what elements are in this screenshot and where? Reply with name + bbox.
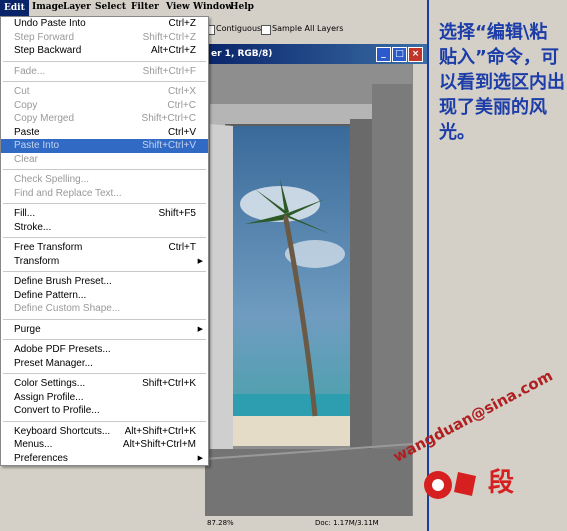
menu-view[interactable]: View xyxy=(166,2,190,12)
menu-layer[interactable]: Layer xyxy=(63,2,91,12)
menu-separator xyxy=(3,373,206,374)
menu-item-step-forward: Step Forward Shift+Ctrl+Z xyxy=(14,31,196,43)
menu-item-define-custom-shape: Define Custom Shape... xyxy=(14,303,121,314)
menu-item-menus[interactable]: Menus... Alt+Shift+Ctrl+M xyxy=(1,438,208,452)
menu-item-copy-merged: Copy Merged Shift+Ctrl+C xyxy=(14,113,196,124)
menu-separator xyxy=(3,169,206,170)
menu-edit[interactable]: Edit xyxy=(0,0,29,16)
sample-all-label: Sample All Layers xyxy=(272,24,344,33)
minimize-button[interactable]: _ xyxy=(376,47,391,62)
submenu-arrow-icon: ▶ xyxy=(197,325,203,333)
status-bar: 87.28% Doc: 1.17M/3.11M xyxy=(205,516,427,531)
door-scene-image xyxy=(205,64,414,516)
submenu-arrow-icon: ▶ xyxy=(197,454,203,462)
menu-separator xyxy=(3,237,206,238)
menu-separator xyxy=(3,339,206,340)
sample-all-checkbox[interactable] xyxy=(261,25,271,35)
menu-window[interactable]: Window xyxy=(193,2,233,12)
menu-item-pdf-presets[interactable]: Adobe PDF Presets... xyxy=(1,343,208,357)
watermark-logo-icon xyxy=(424,471,476,499)
menu-item-step-backward[interactable]: Step Backward Alt+Ctrl+Z xyxy=(1,44,208,58)
zoom-level[interactable]: 87.28% xyxy=(207,519,234,527)
menu-item-cut: Cut Ctrl+X xyxy=(14,86,196,97)
menu-item-transform[interactable]: Transform ▶ xyxy=(1,255,208,269)
contiguous-label: Contiguous xyxy=(216,24,262,33)
doc-info: Doc: 1.17M/3.11M xyxy=(315,519,379,527)
menu-item-stroke[interactable]: Stroke... xyxy=(1,221,208,235)
menu-item-fill[interactable]: Fill... Shift+F5 xyxy=(1,207,208,221)
options-bar: Contiguous Sample All Layers xyxy=(205,16,425,42)
menu-image[interactable]: Image xyxy=(32,2,64,12)
menu-item-define-brush[interactable]: Define Brush Preset... xyxy=(1,275,208,289)
document-title: er 1, RGB/8) xyxy=(211,49,273,59)
menu-separator xyxy=(3,81,206,82)
watermark-logo-text: 段 xyxy=(488,468,515,498)
edit-menu: Undo Paste Into Ctrl+Z Step Forward Shift+… xyxy=(0,16,209,466)
menu-filter[interactable]: Filter xyxy=(131,2,159,12)
menu-separator xyxy=(3,203,206,204)
menu-item-preset-manager[interactable]: Preset Manager... xyxy=(1,357,208,371)
menu-bar: Edit Image Layer Select Filter View Wind… xyxy=(0,0,260,16)
menu-item-check-spelling: Check Spelling... xyxy=(14,174,90,185)
close-button[interactable]: × xyxy=(408,47,423,62)
menu-item-color-settings[interactable]: Color Settings... Shift+Ctrl+K xyxy=(1,377,208,391)
menu-item-keyboard-shortcuts[interactable]: Keyboard Shortcuts... Alt+Shift+Ctrl+K xyxy=(1,425,208,439)
menu-separator xyxy=(3,318,206,320)
menu-item-clear: Clear xyxy=(14,153,38,165)
maximize-button[interactable]: □ xyxy=(392,47,407,62)
menu-item-purge[interactable]: Purge ▶ xyxy=(1,323,208,337)
menu-item-undo-paste-into[interactable]: Undo Paste Into Ctrl+Z xyxy=(1,17,208,31)
menu-item-find-replace: Find and Replace Text... xyxy=(14,187,122,199)
menu-item-convert-profile[interactable]: Convert to Profile... xyxy=(1,404,208,418)
menu-item-copy: Copy Ctrl+C xyxy=(14,99,196,111)
menu-item-preferences[interactable]: Preferences ▶ xyxy=(1,452,208,466)
menu-item-paste[interactable]: Paste Ctrl+V xyxy=(1,126,208,140)
watermark: wangduan@sina.com 段 xyxy=(390,366,560,510)
menu-separator xyxy=(3,271,206,272)
document-titlebar: er 1, RGB/8) _ □ × xyxy=(205,44,427,64)
menu-separator xyxy=(3,420,206,422)
instruction-text: 选择“编辑\粘贴入”命令，可以看到选区内出现了美丽的风光。 xyxy=(439,22,565,143)
menu-item-free-transform[interactable]: Free Transform Ctrl+T xyxy=(1,241,208,255)
menu-select[interactable]: Select xyxy=(95,2,126,12)
menu-item-assign-profile[interactable]: Assign Profile... xyxy=(1,391,208,405)
menu-item-paste-into[interactable]: Paste Into Shift+Ctrl+V xyxy=(1,139,208,153)
menu-item-fade: Fade... Shift+Ctrl+F xyxy=(14,65,196,77)
menu-item-define-pattern[interactable]: Define Pattern... xyxy=(1,289,208,303)
image-canvas[interactable] xyxy=(205,64,414,516)
submenu-arrow-icon: ▶ xyxy=(197,257,203,265)
menu-help[interactable]: Help xyxy=(230,2,254,12)
menu-separator xyxy=(3,60,206,62)
